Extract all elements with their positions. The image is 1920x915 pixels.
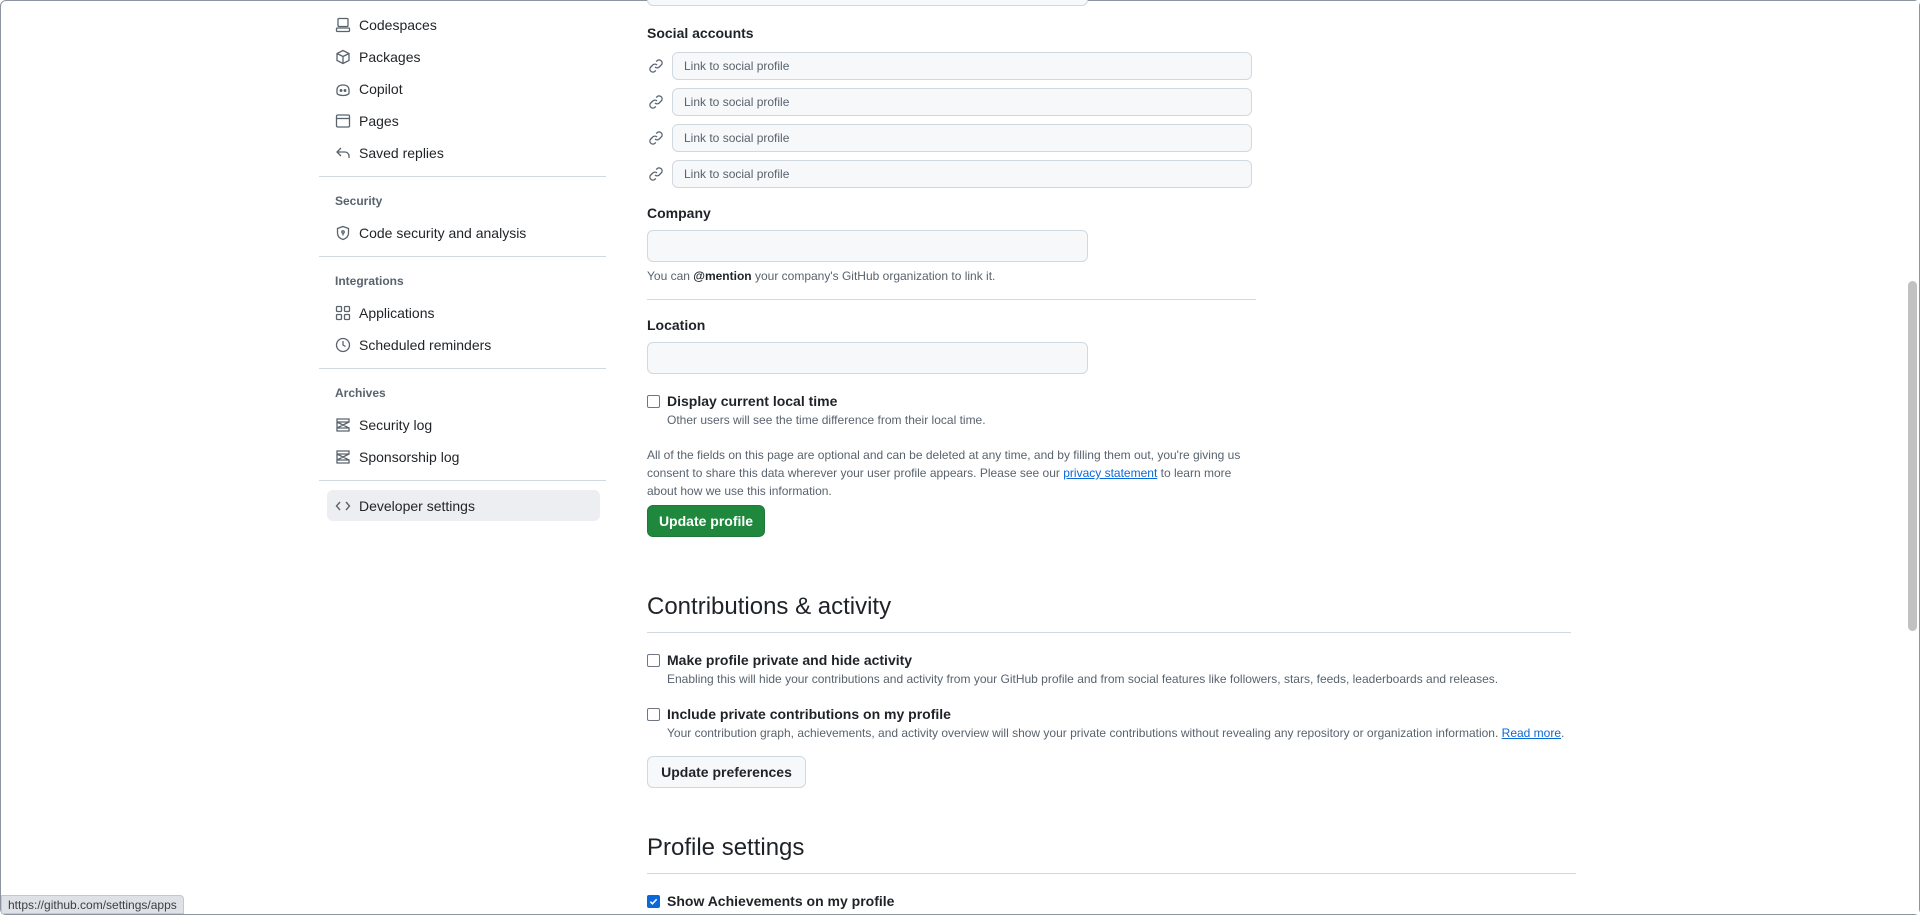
include-private-note-suffix: . — [1561, 726, 1565, 740]
sidebar-item-saved-replies[interactable]: Saved replies — [327, 137, 600, 168]
company-note-prefix: You can — [647, 269, 694, 283]
section-divider — [647, 873, 1576, 874]
code-icon — [335, 498, 351, 514]
checkmark-icon — [649, 898, 658, 905]
disclaimer-line-3: about how we use this information. — [647, 484, 832, 498]
log-icon — [335, 417, 351, 433]
social-profile-input-4[interactable] — [672, 160, 1252, 188]
sidebar-divider — [319, 368, 606, 369]
location-label: Location — [647, 317, 706, 333]
sidebar-item-label: Copilot — [359, 80, 403, 97]
contributions-heading: Contributions & activity — [647, 593, 892, 620]
company-label: Company — [647, 205, 711, 221]
sidebar-item-label: Packages — [359, 48, 421, 65]
sidebar-item-code-security[interactable]: Code security and analysis — [327, 217, 600, 248]
sidebar-item-applications[interactable]: Applications — [327, 297, 600, 328]
sidebar-item-label: Scheduled reminders — [359, 336, 492, 353]
vertical-scrollbar[interactable] — [1906, 1, 1919, 914]
package-icon — [335, 49, 351, 65]
sidebar-item-scheduled-reminders[interactable]: Scheduled reminders — [327, 329, 600, 360]
private-profile-option: Make profile private and hide activity — [647, 652, 912, 668]
section-divider — [647, 299, 1256, 300]
social-account-row — [647, 123, 1252, 153]
achievements-option: Show Achievements on my profile — [647, 893, 894, 909]
sidebar-divider — [319, 480, 606, 481]
achievements-checkbox[interactable] — [647, 894, 660, 908]
codespaces-icon — [335, 17, 351, 33]
sidebar-item-label: Sponsorship log — [359, 448, 460, 465]
local-time-checkbox[interactable] — [647, 394, 660, 408]
local-time-label: Display current local time — [667, 393, 838, 409]
disclaimer-text: consent to share this data wherever your… — [647, 466, 1064, 480]
sidebar-item-pages[interactable]: Pages — [327, 105, 600, 136]
sidebar-item-label: Security log — [359, 416, 433, 433]
private-profile-label: Make profile private and hide activity — [667, 652, 913, 668]
company-note-suffix: your company's GitHub organization to li… — [751, 269, 996, 283]
sidebar-item-copilot[interactable]: Copilot — [327, 73, 600, 104]
log-icon — [335, 449, 351, 465]
disclaimer-text: to learn more — [1157, 466, 1232, 480]
sidebar-item-label: Pages — [359, 112, 399, 129]
include-private-checkbox[interactable] — [647, 707, 660, 721]
sidebar-item-packages[interactable]: Packages — [327, 41, 600, 72]
include-private-note: Your contribution graph, achievements, a… — [667, 726, 1564, 740]
include-private-note-text: Your contribution graph, achievements, a… — [667, 726, 1502, 740]
company-note: You can @mention your company's GitHub o… — [647, 269, 995, 283]
social-profile-input-1[interactable] — [672, 52, 1252, 80]
previous-field-input[interactable] — [647, 0, 1088, 6]
local-time-option: Display current local time — [647, 393, 837, 409]
sidebar-item-label: Saved replies — [359, 144, 444, 161]
read-more-link[interactable]: Read more — [1502, 726, 1561, 740]
update-preferences-button[interactable]: Update preferences — [647, 756, 806, 788]
company-note-mention: @mention — [693, 269, 752, 283]
sidebar-heading-security: Security — [335, 194, 383, 208]
include-private-option: Include private contributions on my prof… — [647, 706, 951, 722]
profile-disclaimer: All of the fields on this page are optio… — [647, 446, 1267, 500]
sidebar-item-developer-settings[interactable]: Developer settings — [327, 490, 600, 521]
social-account-row — [647, 87, 1252, 117]
sidebar-heading-archives: Archives — [335, 386, 386, 400]
social-account-row — [647, 159, 1252, 189]
disclaimer-line-1: All of the fields on this page are optio… — [647, 448, 1241, 462]
profile-settings-heading: Profile settings — [647, 834, 805, 861]
sidebar-item-codespaces[interactable]: Codespaces — [327, 9, 600, 40]
sidebar-item-security-log[interactable]: Security log — [327, 409, 600, 440]
sidebar-heading-integrations: Integrations — [335, 274, 404, 288]
shield-lock-icon — [335, 225, 351, 241]
scrollbar-thumb[interactable] — [1908, 281, 1917, 631]
browser-icon — [335, 113, 351, 129]
section-divider — [647, 632, 1571, 633]
social-accounts-label: Social accounts — [647, 25, 754, 41]
include-private-label: Include private contributions on my prof… — [667, 706, 951, 722]
company-input[interactable] — [647, 230, 1088, 262]
apps-icon — [335, 305, 351, 321]
disclaimer-line-2: consent to share this data wherever your… — [647, 464, 1267, 482]
link-icon — [648, 166, 664, 182]
private-profile-note: Enabling this will hide your contributio… — [667, 672, 1499, 686]
sidebar-item-label: Applications — [359, 304, 435, 321]
social-profile-input-2[interactable] — [672, 88, 1252, 116]
social-account-row — [647, 51, 1252, 81]
reply-icon — [335, 145, 351, 161]
clock-icon — [335, 337, 351, 353]
sidebar-item-label: Codespaces — [359, 16, 437, 33]
link-icon — [648, 58, 664, 74]
sidebar-item-label: Code security and analysis — [359, 224, 527, 241]
privacy-statement-link[interactable]: privacy statement — [1063, 466, 1157, 480]
link-icon — [648, 130, 664, 146]
sidebar-item-label: Developer settings — [359, 497, 475, 514]
status-bar-url: https://github.com/settings/apps — [1, 895, 184, 914]
update-profile-button[interactable]: Update profile — [647, 505, 765, 537]
sidebar-divider — [319, 256, 606, 257]
sidebar-divider — [319, 176, 606, 177]
private-profile-checkbox[interactable] — [647, 653, 660, 667]
sidebar-item-sponsorship-log[interactable]: Sponsorship log — [327, 441, 600, 472]
location-input[interactable] — [647, 342, 1088, 374]
achievements-label: Show Achievements on my profile — [667, 893, 895, 909]
link-icon — [648, 94, 664, 110]
local-time-note: Other users will see the time difference… — [667, 413, 986, 427]
copilot-icon — [335, 81, 351, 97]
social-profile-input-3[interactable] — [672, 124, 1252, 152]
